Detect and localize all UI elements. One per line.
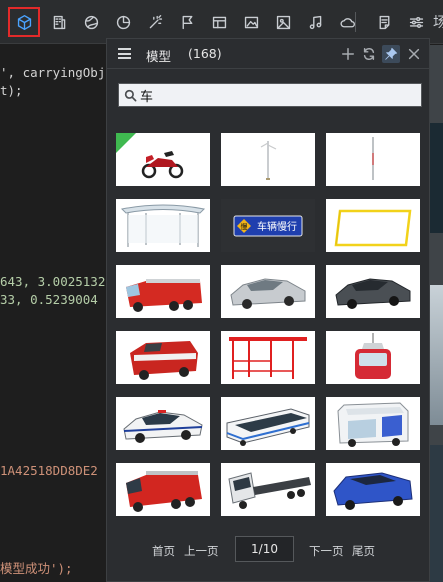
first-page-button[interactable]: 首页: [152, 543, 175, 559]
picture-icon[interactable]: [267, 7, 299, 37]
code-line: 33, 0.5239004: [0, 292, 98, 307]
new-badge-icon: [116, 133, 136, 153]
model-card-silver-sedan[interactable]: [221, 265, 315, 318]
flag-icon[interactable]: [171, 7, 203, 37]
model-card-street-lamp[interactable]: [221, 133, 315, 186]
search-input[interactable]: [140, 86, 418, 104]
pagination: 首页 上一页 1/10 下一页 尾页: [107, 536, 429, 566]
model-card-blue-car[interactable]: [326, 463, 420, 516]
code-line: ', carryingObj: [0, 65, 106, 80]
scene-preview-strip: [430, 45, 443, 582]
refresh-icon[interactable]: [360, 45, 378, 63]
model-card-flatbed-truck[interactable]: [221, 463, 315, 516]
toolbar-overflow-label[interactable]: 场: [433, 12, 443, 32]
menu-icon[interactable]: [118, 48, 131, 59]
model-count: (168): [188, 46, 222, 61]
model-card-slow-sign[interactable]: 慢 车辆慢行: [221, 199, 315, 252]
model-card-red-van[interactable]: [116, 331, 210, 384]
model-card-bus[interactable]: [221, 397, 315, 450]
model-card-fire-truck[interactable]: [116, 265, 210, 318]
model-card-golf-cart[interactable]: [326, 397, 420, 450]
model-cube-icon[interactable]: [8, 7, 40, 37]
model-card-motorcycle[interactable]: [116, 133, 210, 186]
pie-chart-icon[interactable]: [107, 7, 139, 37]
panel-title: 模型: [146, 49, 172, 64]
music-icon[interactable]: [299, 7, 331, 37]
code-editor: ', carryingObj t); 643, 3.0025132 33, 0.…: [0, 45, 106, 582]
model-card-cable-car[interactable]: [326, 331, 420, 384]
model-card-flag-pole[interactable]: [326, 133, 420, 186]
sliders-icon[interactable]: [400, 7, 432, 37]
model-search: [118, 83, 422, 107]
code-line: 643, 3.0025132: [0, 274, 106, 289]
next-page-button[interactable]: 下一页: [309, 543, 344, 559]
model-card-dark-sedan[interactable]: [326, 265, 420, 318]
model-card-police-car[interactable]: [116, 397, 210, 450]
search-icon: [124, 89, 137, 102]
cloud-icon[interactable]: [331, 7, 363, 37]
page-indicator[interactable]: 1/10: [235, 536, 294, 562]
toolbar-divider: [355, 12, 356, 32]
model-panel: 模型 (168) 车 慢 车辆慢行 首页 上一页 1/10 下一页 尾页: [106, 38, 430, 582]
globe-icon[interactable]: [75, 7, 107, 37]
model-card-yellow-barrier[interactable]: [326, 199, 420, 252]
magic-wand-icon[interactable]: [139, 7, 171, 37]
code-line: 1A42518DD8DE2: [0, 463, 98, 478]
model-card-glass-shelter[interactable]: [116, 199, 210, 252]
code-line: 模型成功');: [0, 561, 73, 576]
add-icon[interactable]: [339, 45, 357, 63]
last-page-button[interactable]: 尾页: [352, 543, 375, 559]
close-icon[interactable]: [405, 45, 423, 63]
building-icon[interactable]: [43, 7, 75, 37]
window-icon[interactable]: [203, 7, 235, 37]
prev-page-button[interactable]: 上一页: [184, 543, 219, 559]
pin-icon[interactable]: [382, 45, 400, 63]
slow-sign-text: 车辆慢行: [257, 220, 297, 233]
model-card-fire-truck-2[interactable]: [116, 463, 210, 516]
code-line: t);: [0, 83, 23, 98]
panel-header: 模型 (168): [107, 39, 429, 69]
note-icon[interactable]: [368, 7, 400, 37]
image-icon[interactable]: [235, 7, 267, 37]
model-card-bus-stop[interactable]: [221, 331, 315, 384]
slow-sign-glyph: 慢: [241, 222, 248, 231]
